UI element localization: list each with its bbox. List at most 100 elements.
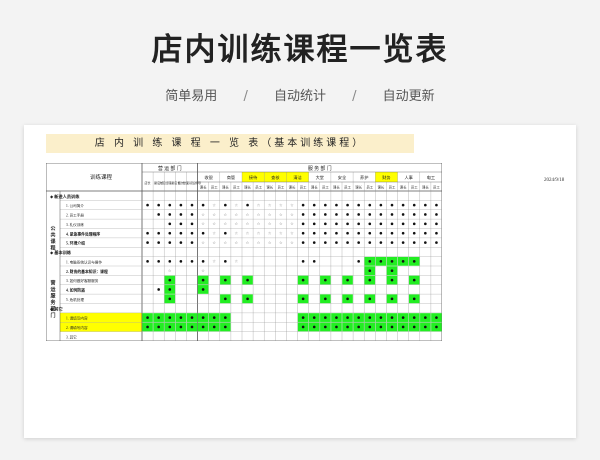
mark-dot [146, 260, 149, 263]
mark-dot [179, 260, 183, 263]
group-header: 收银 [204, 174, 213, 181]
mark-dot [346, 241, 349, 244]
mark-dot [179, 231, 183, 235]
sub-header: 课长 [222, 185, 229, 190]
mark-dot [412, 260, 416, 263]
mark-dot [379, 231, 383, 235]
mark-dot [424, 316, 427, 319]
group-header: 电工 [427, 174, 435, 180]
mark-dot [157, 231, 160, 235]
mark-dot [390, 278, 394, 282]
page-title: 店内训练课程一览表 [151, 32, 449, 68]
mark-dot [357, 241, 360, 244]
mark-dot [301, 203, 305, 207]
mark-dot [324, 316, 327, 319]
mark-dot [312, 231, 316, 235]
mark-dot [346, 278, 349, 282]
mark-dot [401, 231, 405, 235]
mark-dot [146, 325, 149, 329]
mark-dot [379, 316, 383, 319]
mark-dot [401, 316, 405, 319]
group-header: 接待 [249, 174, 258, 181]
mark-dot [424, 325, 427, 329]
mark-dot [412, 297, 416, 301]
sub-header: 员工 [277, 186, 284, 190]
group-header: 商管 [227, 174, 235, 181]
mark-dot [301, 325, 305, 329]
course-name: 4. 紧急事件处理程序 [66, 231, 100, 236]
mark-dot [324, 325, 327, 329]
mark-dot [201, 203, 205, 207]
mark-dot [324, 222, 327, 226]
mark-dot [179, 316, 183, 319]
mark-dot [390, 213, 394, 216]
sub-header: 员工 [233, 186, 240, 190]
group-header: 财务 [382, 174, 391, 181]
mark-star: ☆ [201, 268, 205, 273]
mark-dot [212, 325, 216, 329]
mark-dot [324, 213, 327, 216]
mark-star: ☆ [268, 231, 272, 236]
mark-star: ☆ [235, 259, 239, 264]
mark-dot [312, 325, 316, 329]
mark-dot [412, 278, 416, 282]
course-name: ◆ 基本训练 [50, 249, 72, 256]
sub-header: 员工 [433, 186, 440, 190]
mark-dot [157, 288, 160, 291]
mark-dot [168, 288, 172, 291]
course-name: 2. 员工手册 [66, 213, 84, 218]
sub-header: 员工 [344, 186, 351, 190]
mark-dot [357, 316, 360, 319]
course-name: 5. 环境介绍 [66, 241, 85, 246]
mark-dot [201, 325, 205, 329]
mark-dot [335, 222, 338, 226]
mark-dot [301, 297, 305, 301]
mark-star: ☆ [268, 202, 272, 207]
mark-star: ☆ [279, 240, 283, 245]
mark-star: ☆ [246, 231, 250, 236]
mark-dot [412, 231, 416, 235]
mark-dot [301, 316, 305, 319]
mark-star: ☆ [257, 221, 261, 226]
sub-header: 课长 [355, 185, 362, 190]
mark-star: ☆ [235, 202, 239, 207]
mark-star: ☆ [246, 221, 250, 226]
mark-star: ☆ [246, 212, 250, 217]
mark-dot [224, 203, 227, 207]
mark-dot [179, 241, 183, 244]
mark-dot [390, 297, 394, 301]
sub-header: 课长 [200, 185, 207, 190]
mark-star: ☆ [290, 231, 294, 236]
mark-star: ☆ [212, 231, 216, 236]
mark-dot [246, 203, 249, 207]
mark-dot [157, 325, 160, 329]
mark-dot [324, 231, 327, 235]
mark-dot [157, 241, 160, 244]
mark-dot [312, 260, 316, 263]
mark-dot [390, 260, 394, 263]
tag-stats: 自动统计 [273, 89, 326, 104]
mark-dot [201, 316, 205, 319]
mark-star: ☆ [235, 240, 239, 245]
mark-dot [324, 278, 327, 282]
mark-dot [357, 260, 360, 263]
mark-dot [412, 222, 416, 226]
mark-dot [435, 231, 438, 235]
mark-dot [435, 316, 438, 319]
group-label: 公共课程 [49, 226, 56, 252]
sub-header: 课长 [377, 185, 384, 190]
spreadsheet-preview: 店 内 训 练 课 程 一 览 表（基本训练课程） 2024/9/18 训练课程… [24, 125, 576, 438]
mark-star: ☆ [290, 221, 294, 226]
mark-star: ☆ [290, 240, 294, 245]
mark-dot [357, 231, 360, 235]
mark-star: ☆ [290, 212, 294, 217]
mark-dot [190, 222, 194, 226]
mark-dot [190, 325, 194, 329]
course-name: 3. 其它 [66, 334, 77, 339]
mark-dot [379, 260, 383, 263]
mark-dot [168, 260, 172, 263]
mark-dot [424, 213, 427, 216]
mark-star: ☆ [168, 268, 172, 273]
mark-dot [401, 325, 405, 329]
mark-dot [412, 241, 416, 244]
